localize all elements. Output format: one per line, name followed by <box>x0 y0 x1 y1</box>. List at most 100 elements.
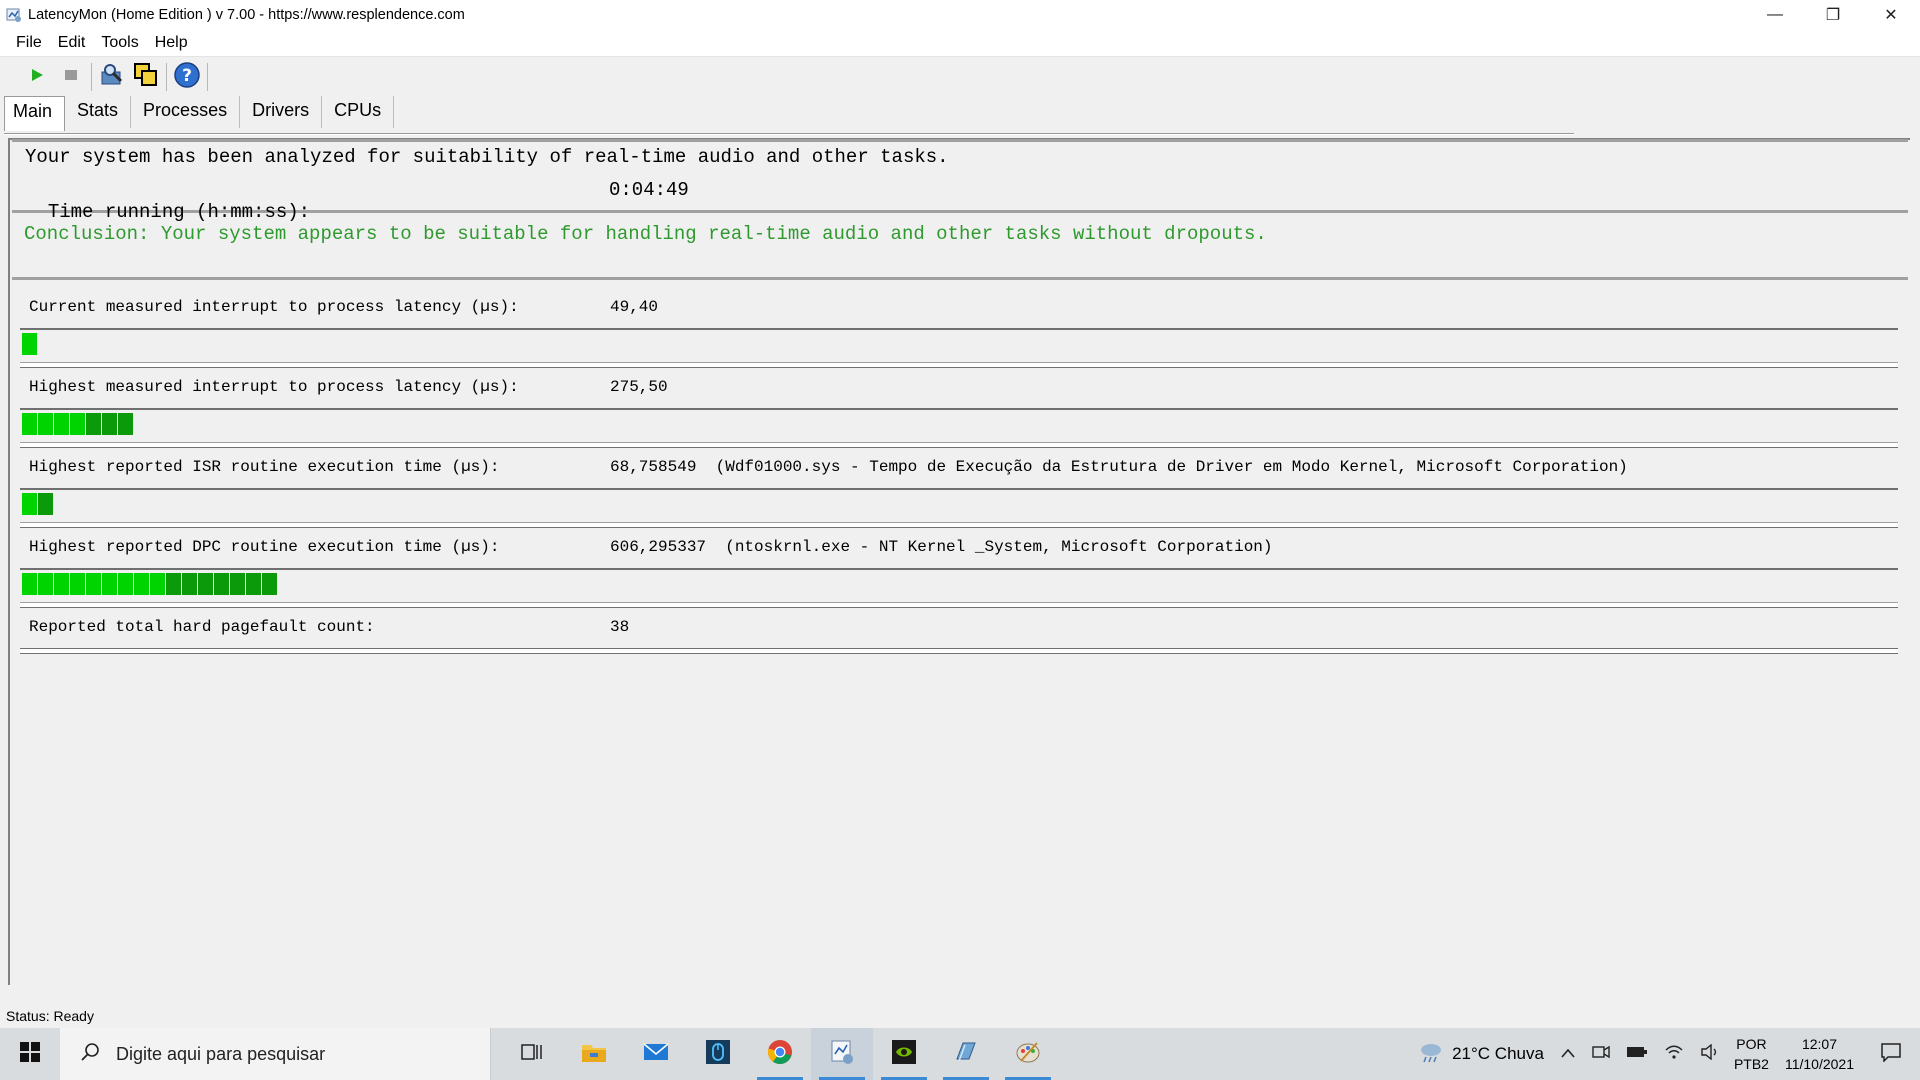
start-monitoring-button[interactable] <box>20 60 54 94</box>
bar-segment <box>86 413 101 435</box>
clock[interactable]: 12:07 11/10/2021 <box>1785 1034 1854 1074</box>
camera-icon <box>1592 1044 1610 1065</box>
svg-text:?: ? <box>182 66 192 86</box>
menu-help[interactable]: Help <box>147 34 196 52</box>
taskbar-search[interactable]: Digite aqui para pesquisar <box>60 1028 491 1080</box>
time-running-label: Time running (h:mm:ss): <box>47 201 311 223</box>
analyze-button[interactable] <box>95 60 129 94</box>
toolbar: ? <box>20 60 211 94</box>
start-button[interactable] <box>0 1028 60 1080</box>
dpc-time-bar <box>20 568 1898 608</box>
bar-segment <box>182 573 197 595</box>
taskbar-file-explorer[interactable] <box>563 1028 625 1080</box>
current-latency-bar-fill <box>22 333 38 355</box>
tray-battery[interactable] <box>1626 1044 1648 1064</box>
bar-segment <box>230 573 245 595</box>
isr-time-bar <box>20 488 1898 528</box>
isr-time-bar-fill <box>22 493 54 515</box>
bar-segment <box>134 573 149 595</box>
notification-center-button[interactable] <box>1880 1042 1902 1067</box>
bar-segment <box>262 573 277 595</box>
pagefault-count-label: Reported total hard pagefault count: <box>29 618 375 636</box>
tray-network[interactable] <box>1664 1044 1684 1065</box>
bar-segment <box>22 493 37 515</box>
bar-segment <box>166 573 181 595</box>
taskbar-mouse-software[interactable] <box>687 1028 749 1080</box>
tab-stats[interactable]: Stats <box>65 96 132 128</box>
window-title: LatencyMon (Home Edition ) v 7.00 - http… <box>28 7 465 23</box>
nvidia-icon <box>891 1039 917 1070</box>
taskbar-latencymon[interactable] <box>811 1028 873 1080</box>
stop-monitoring-button[interactable] <box>54 60 88 94</box>
language-code: POR <box>1736 1036 1767 1052</box>
restore-button[interactable]: ❐ <box>1804 0 1862 30</box>
show-hidden-icons-button[interactable] <box>1560 1044 1576 1064</box>
input-language[interactable]: POR PTB2 <box>1734 1034 1769 1074</box>
bar-segment <box>118 413 133 435</box>
paint-palette-icon <box>1015 1039 1041 1070</box>
windows-logo-icon <box>20 1041 40 1067</box>
taskbar-mail[interactable] <box>625 1028 687 1080</box>
folder-icon <box>581 1041 607 1068</box>
clock-time: 12:07 <box>1801 1036 1837 1052</box>
taskbar-notes-app[interactable] <box>935 1028 997 1080</box>
dpc-time-bar-fill <box>22 573 278 595</box>
tab-cpus[interactable]: CPUs <box>322 96 395 128</box>
help-icon: ? <box>173 61 201 94</box>
search-icon <box>80 1042 100 1067</box>
close-button[interactable]: ✕ <box>1862 0 1920 30</box>
bar-segment <box>118 573 133 595</box>
menu-file[interactable]: File <box>0 34 50 52</box>
minimize-button[interactable]: — <box>1746 0 1804 30</box>
bar-segment <box>70 573 85 595</box>
tray-meet-now[interactable] <box>1592 1044 1610 1065</box>
tab-processes[interactable]: Processes <box>131 96 241 128</box>
dpc-time-label: Highest reported DPC routine execution t… <box>29 538 500 556</box>
menu-edit[interactable]: Edit <box>50 34 94 52</box>
task-view-button[interactable] <box>501 1028 563 1080</box>
mail-icon <box>643 1042 669 1067</box>
bar-segment <box>70 413 85 435</box>
taskbar-nvidia[interactable] <box>873 1028 935 1080</box>
analyze-icon <box>99 62 125 93</box>
bar-segment <box>86 573 101 595</box>
tab-main[interactable]: Main <box>4 96 66 131</box>
latencymon-task-icon <box>829 1039 855 1070</box>
current-latency-value: 49,40 <box>610 298 659 316</box>
pagefault-divider <box>20 648 1898 654</box>
highest-latency-bar <box>20 408 1898 448</box>
mouse-app-icon <box>705 1039 731 1070</box>
toolbar-separator <box>207 63 208 91</box>
notification-icon <box>1880 1042 1902 1067</box>
bar-segment <box>22 333 37 355</box>
weather-widget[interactable]: 21°C Chuva <box>1418 1041 1544 1068</box>
isr-time-label: Highest reported ISR routine execution t… <box>29 458 500 476</box>
stop-icon <box>63 67 79 88</box>
menu-tools[interactable]: Tools <box>93 34 146 52</box>
tab-drivers[interactable]: Drivers <box>240 96 323 128</box>
dpc-time-value: 606,295337 (ntoskrnl.exe - NT Kernel _Sy… <box>610 538 1273 556</box>
tray-volume[interactable] <box>1700 1043 1720 1065</box>
help-button[interactable]: ? <box>170 60 204 94</box>
chrome-icon <box>767 1039 793 1070</box>
wifi-icon <box>1664 1044 1684 1065</box>
pagefault-count-value: 38 <box>610 618 630 636</box>
copy-windows-button[interactable] <box>129 60 163 94</box>
current-latency-bar <box>20 328 1898 368</box>
isr-time-value: 68,758549 (Wdf01000.sys - Tempo de Execu… <box>610 458 1628 476</box>
clock-date: 11/10/2021 <box>1784 1056 1854 1072</box>
toolbar-separator <box>91 63 92 91</box>
tab-bar: Main Stats Processes Drivers CPUs <box>4 96 395 131</box>
play-icon <box>29 67 45 88</box>
analyzed-text: Your system has been analyzed for suitab… <box>25 146 949 168</box>
highest-latency-label: Highest measured interrupt to process la… <box>29 378 519 396</box>
taskbar-paint-app[interactable] <box>997 1028 1059 1080</box>
bar-segment <box>22 573 37 595</box>
taskbar: Digite aqui para pesquisar 21°C Chuva PO… <box>0 1028 1920 1080</box>
bar-segment <box>22 413 37 435</box>
keyboard-layout: PTB2 <box>1733 1056 1769 1072</box>
taskbar-chrome[interactable] <box>749 1028 811 1080</box>
status-bar: Status: Ready <box>6 1008 94 1024</box>
conclusion-text: Conclusion: Your system appears to be su… <box>24 223 1267 245</box>
copy-windows-icon <box>133 62 159 93</box>
